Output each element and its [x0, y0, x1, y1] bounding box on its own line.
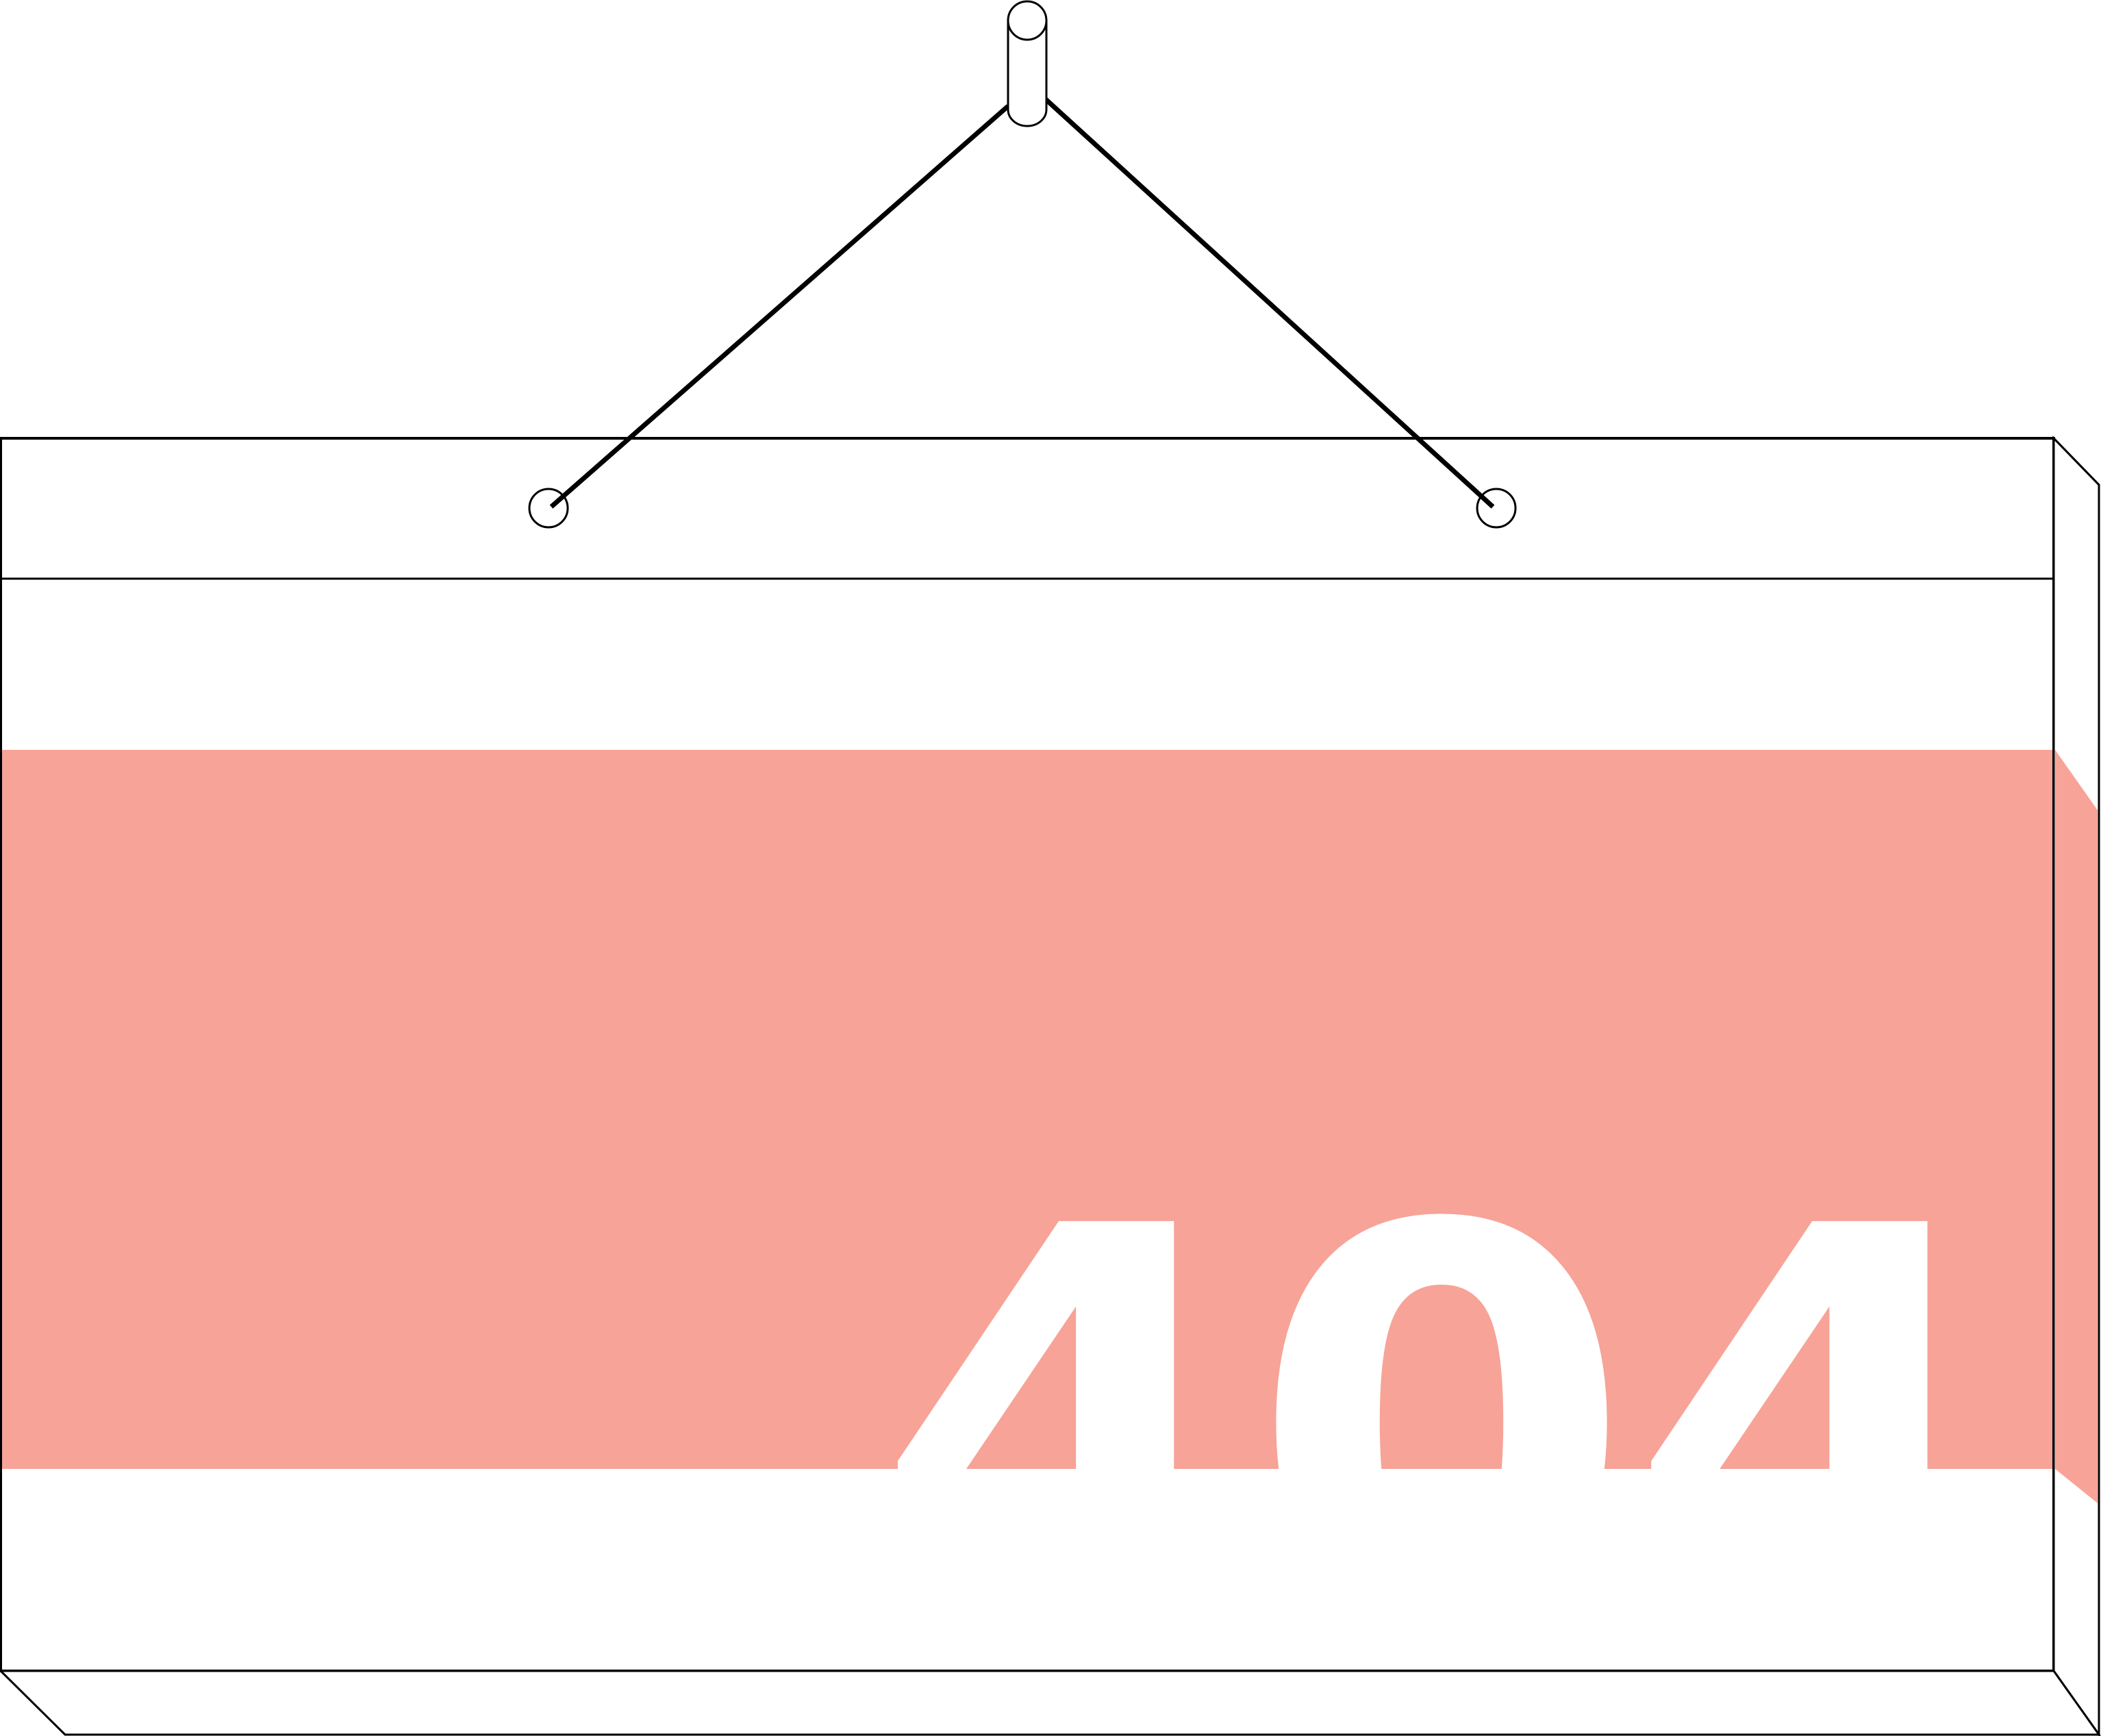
hanging-404-sign-illustration: 404 [0, 0, 2101, 1736]
wall-nail-icon [1007, 0, 1048, 127]
sign-bottom-face [0, 1670, 2101, 1736]
sign-side-band [2055, 750, 2098, 1503]
